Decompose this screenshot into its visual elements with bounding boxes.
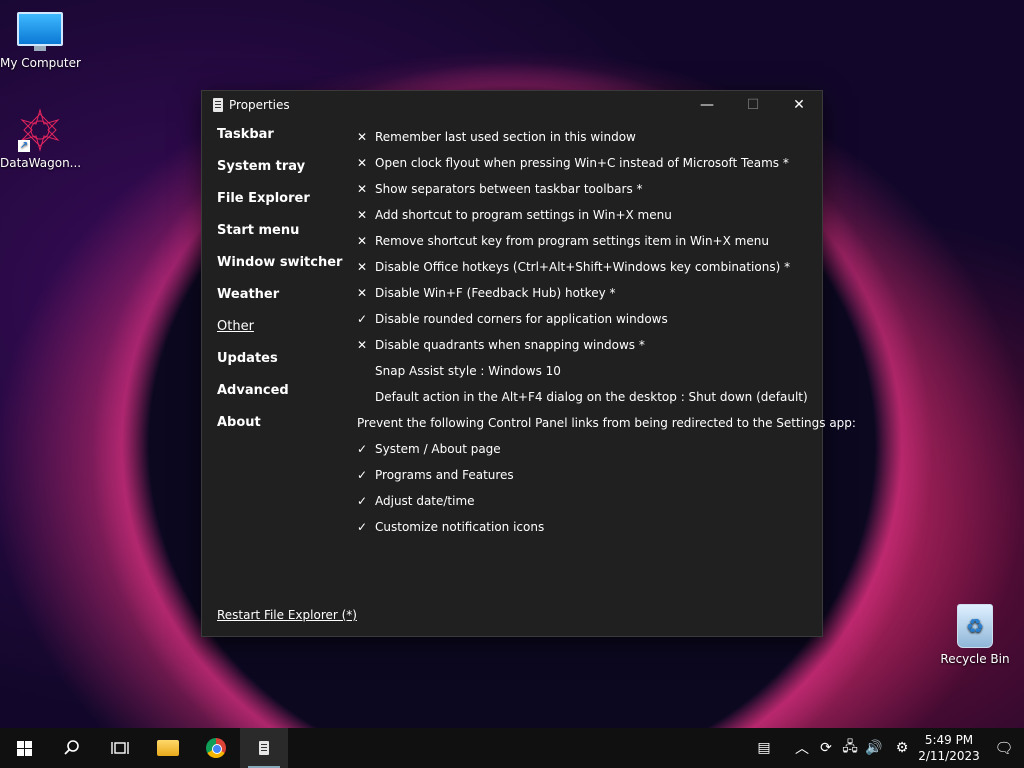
taskbar-file-explorer[interactable] bbox=[144, 728, 192, 768]
option-label: Customize notification icons bbox=[375, 520, 545, 534]
heading-label: Prevent the following Control Panel link… bbox=[357, 416, 856, 430]
properties-app-icon bbox=[259, 741, 269, 755]
option-label: Adjust date/time bbox=[375, 494, 475, 508]
option-remove-shortcut-key[interactable]: ✕ Remove shortcut key from program settin… bbox=[357, 228, 812, 254]
close-button[interactable]: ✕ bbox=[776, 91, 822, 119]
system-tray: ▤ ︿ ⟳ 🖧 🔊 ⚙ 5:49 PM 2/11/2023 🗨 bbox=[752, 728, 1024, 768]
option-remember-section[interactable]: ✕ Remember last used section in this wind… bbox=[357, 124, 812, 150]
check-icon: ✓ bbox=[357, 494, 368, 508]
monitor-icon bbox=[17, 12, 63, 51]
shortcut-arrow-icon: ↗ bbox=[18, 140, 30, 152]
settings-gear-icon[interactable]: ⚙ bbox=[890, 740, 914, 756]
nav-item-file-explorer[interactable]: File Explorer bbox=[217, 191, 347, 223]
volume-icon[interactable]: 🔊 bbox=[862, 740, 886, 756]
title-bar[interactable]: Properties — ☐ ✕ bbox=[202, 91, 822, 119]
chrome-icon bbox=[206, 738, 226, 758]
desktop-icon-recycle-bin[interactable]: ♻ Recycle Bin bbox=[935, 604, 1015, 666]
desktop-icon-label: Recycle Bin bbox=[940, 652, 1010, 666]
nav-item-weather[interactable]: Weather bbox=[217, 287, 347, 319]
properties-window: Properties — ☐ ✕ Taskbar System tray Fil… bbox=[201, 90, 856, 637]
taskbar-properties[interactable] bbox=[240, 728, 288, 768]
option-disable-winf[interactable]: ✕ Disable Win+F (Feedback Hub) hotkey * bbox=[357, 280, 812, 306]
nav-item-advanced[interactable]: Advanced bbox=[217, 383, 347, 415]
maximize-button[interactable]: ☐ bbox=[730, 91, 776, 119]
cross-icon: ✕ bbox=[357, 234, 368, 248]
option-label: Default action in the Alt+F4 dialog on t… bbox=[375, 390, 808, 404]
options-list: ✕ Remember last used section in this wind… bbox=[357, 124, 856, 540]
news-widget-icon[interactable]: ▤ bbox=[752, 740, 776, 756]
network-icon[interactable]: 🖧 bbox=[838, 736, 862, 760]
task-view-icon bbox=[111, 742, 129, 754]
cross-icon: ✕ bbox=[357, 208, 368, 222]
cross-icon: ✕ bbox=[357, 156, 368, 170]
option-label: Disable rounded corners for application … bbox=[375, 312, 668, 326]
option-toolbar-separators[interactable]: ✕ Show separators between taskbar toolbar… bbox=[357, 176, 812, 202]
option-label: Programs and Features bbox=[375, 468, 514, 482]
option-disable-quadrants[interactable]: ✕ Disable quadrants when snapping windows… bbox=[357, 332, 812, 358]
nav-item-window-switcher[interactable]: Window switcher bbox=[217, 255, 347, 287]
option-label: Disable Office hotkeys (Ctrl+Alt+Shift+W… bbox=[375, 260, 791, 274]
nav-item-updates[interactable]: Updates bbox=[217, 351, 347, 383]
cross-icon: ✕ bbox=[357, 130, 368, 144]
option-clock-flyout[interactable]: ✕ Open clock flyout when pressing Win+C i… bbox=[357, 150, 812, 176]
cross-icon: ✕ bbox=[357, 260, 368, 274]
windows-logo-icon bbox=[16, 740, 32, 756]
option-label: Show separators between taskbar toolbars… bbox=[375, 182, 643, 196]
option-label: Disable quadrants when snapping windows … bbox=[375, 338, 645, 352]
taskbar: ▤ ︿ ⟳ 🖧 🔊 ⚙ 5:49 PM 2/11/2023 🗨 bbox=[0, 728, 1024, 768]
option-label: Remove shortcut key from program setting… bbox=[375, 234, 769, 248]
option-label: Remember last used section in this windo… bbox=[375, 130, 636, 144]
control-panel-heading: Prevent the following Control Panel link… bbox=[357, 410, 856, 436]
option-adjust-datetime[interactable]: ✓ Adjust date/time bbox=[357, 488, 812, 514]
option-label: Open clock flyout when pressing Win+C in… bbox=[375, 156, 789, 170]
check-icon: ✓ bbox=[357, 520, 368, 534]
cross-icon: ✕ bbox=[357, 286, 368, 300]
option-notification-icons[interactable]: ✓ Customize notification icons bbox=[357, 514, 812, 540]
option-programs-features[interactable]: ✓ Programs and Features bbox=[357, 462, 812, 488]
check-icon: ✓ bbox=[357, 442, 368, 456]
minimize-button[interactable]: — bbox=[684, 91, 730, 119]
section-nav: Taskbar System tray File Explorer Start … bbox=[217, 127, 347, 447]
restart-explorer-link[interactable]: Restart File Explorer (*) bbox=[217, 608, 357, 622]
search-button[interactable] bbox=[48, 728, 96, 768]
start-button[interactable] bbox=[0, 728, 48, 768]
folder-icon bbox=[157, 740, 179, 756]
nav-item-system-tray[interactable]: System tray bbox=[217, 159, 347, 191]
clock[interactable]: 5:49 PM 2/11/2023 bbox=[914, 732, 984, 764]
nav-item-about[interactable]: About bbox=[217, 415, 347, 447]
chevron-up-icon[interactable]: ︿ bbox=[790, 738, 814, 758]
recycle-bin-icon: ♻ bbox=[957, 604, 993, 648]
check-icon: ✓ bbox=[357, 468, 368, 482]
check-icon: ✓ bbox=[357, 312, 368, 326]
taskbar-chrome[interactable] bbox=[192, 728, 240, 768]
datawagon-icon: ↗ bbox=[18, 108, 62, 152]
option-winx-shortcut[interactable]: ✕ Add shortcut to program settings in Win… bbox=[357, 202, 812, 228]
task-view-button[interactable] bbox=[96, 728, 144, 768]
nav-item-other[interactable]: Other bbox=[217, 319, 347, 351]
option-disable-rounded-corners[interactable]: ✓ Disable rounded corners for application… bbox=[357, 306, 812, 332]
option-system-about[interactable]: ✓ System / About page bbox=[357, 436, 812, 462]
desktop-icon-label: My Computer bbox=[0, 56, 81, 70]
option-label: Add shortcut to program settings in Win+… bbox=[375, 208, 672, 222]
clock-date: 2/11/2023 bbox=[918, 749, 980, 763]
option-snap-assist-style[interactable]: Snap Assist style : Windows 10 bbox=[357, 358, 812, 384]
option-disable-office-hotkeys[interactable]: ✕ Disable Office hotkeys (Ctrl+Alt+Shift+… bbox=[357, 254, 812, 280]
properties-app-icon bbox=[213, 98, 223, 112]
desktop-icon-label: DataWagon... bbox=[0, 156, 82, 170]
cross-icon: ✕ bbox=[357, 338, 368, 352]
sync-icon[interactable]: ⟳ bbox=[814, 740, 838, 756]
nav-item-taskbar[interactable]: Taskbar bbox=[217, 127, 347, 159]
search-icon bbox=[64, 740, 79, 755]
cross-icon: ✕ bbox=[357, 182, 368, 196]
nav-item-start-menu[interactable]: Start menu bbox=[217, 223, 347, 255]
desktop-icon-datawagon[interactable]: ↗ DataWagon... bbox=[0, 108, 82, 170]
option-label: Snap Assist style : Windows 10 bbox=[375, 364, 561, 378]
option-label: Disable Win+F (Feedback Hub) hotkey * bbox=[375, 286, 616, 300]
window-title: Properties bbox=[229, 98, 290, 112]
desktop-icon-my-computer[interactable]: My Computer bbox=[0, 12, 81, 70]
clock-time: 5:49 PM bbox=[924, 733, 974, 747]
option-altf4-default[interactable]: Default action in the Alt+F4 dialog on t… bbox=[357, 384, 812, 410]
notification-center-icon[interactable]: 🗨 bbox=[984, 739, 1024, 757]
option-label: System / About page bbox=[375, 442, 501, 456]
